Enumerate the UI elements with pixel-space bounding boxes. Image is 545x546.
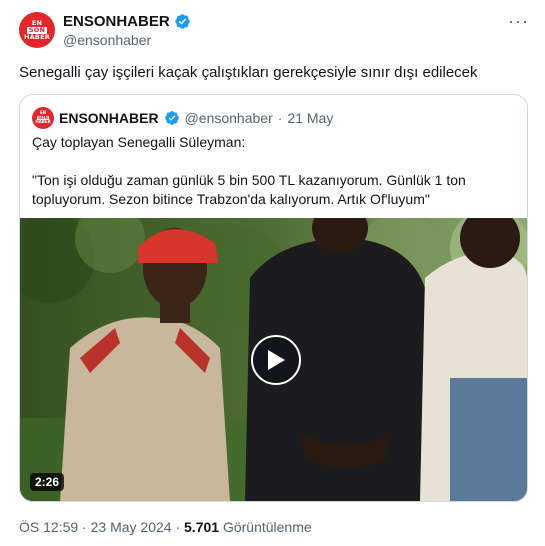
author-block: ENSONHABER @ensonhaber <box>63 13 191 48</box>
views-count: 5.701 <box>184 519 220 535</box>
avatar-text-3: HABER <box>24 32 50 41</box>
quote-text-line-1: Çay toplayan Senegalli Süleyman: <box>32 134 246 150</box>
video-player[interactable]: 2:26 <box>20 218 527 501</box>
quote-handle: @ensonhaber <box>184 110 273 126</box>
tweet-card: EN SON HABER ENSONHABER @ensonhaber ··· … <box>0 0 545 546</box>
play-button[interactable] <box>251 335 301 385</box>
tweet-metadata: ÖS 12:59 · 23 May 2024 · 5.701 Görüntüle… <box>19 519 312 535</box>
meta-separator-1: · <box>82 519 87 535</box>
author-handle[interactable]: @ensonhaber <box>63 32 191 48</box>
quoted-tweet[interactable]: EN SON HABER ENSONHABER @ensonhaber · 21… <box>19 94 528 502</box>
quote-avatar: EN SON HABER <box>32 107 54 129</box>
more-icon[interactable]: ··· <box>508 12 529 30</box>
verified-badge-icon <box>164 111 179 125</box>
tweet-time[interactable]: ÖS 12:59 <box>19 519 78 535</box>
quote-author-name: ENSONHABER <box>59 110 159 126</box>
quote-header: EN SON HABER ENSONHABER @ensonhaber · 21… <box>32 107 333 129</box>
quote-text: Çay toplayan Senegalli Süleyman: "Ton iş… <box>32 133 517 228</box>
tweet-text: Senegalli çay işçileri kaçak çalıştıklar… <box>19 64 478 81</box>
quote-separator: · <box>277 110 283 126</box>
tweet-date[interactable]: 23 May 2024 <box>91 519 172 535</box>
author-avatar[interactable]: EN SON HABER <box>19 12 55 48</box>
quote-text-line-2: "Ton işi olduğu zaman günlük 5 bin 500 T… <box>32 172 466 207</box>
views-label: Görüntülenme <box>222 519 312 535</box>
quote-date[interactable]: 21 May <box>287 110 333 126</box>
meta-separator-2: · <box>175 519 181 535</box>
quote-avatar-text-3: HABER <box>35 119 51 125</box>
play-icon <box>268 350 285 370</box>
author-name[interactable]: ENSONHABER <box>63 13 170 30</box>
video-duration: 2:26 <box>30 473 65 491</box>
verified-badge-icon <box>174 14 190 29</box>
